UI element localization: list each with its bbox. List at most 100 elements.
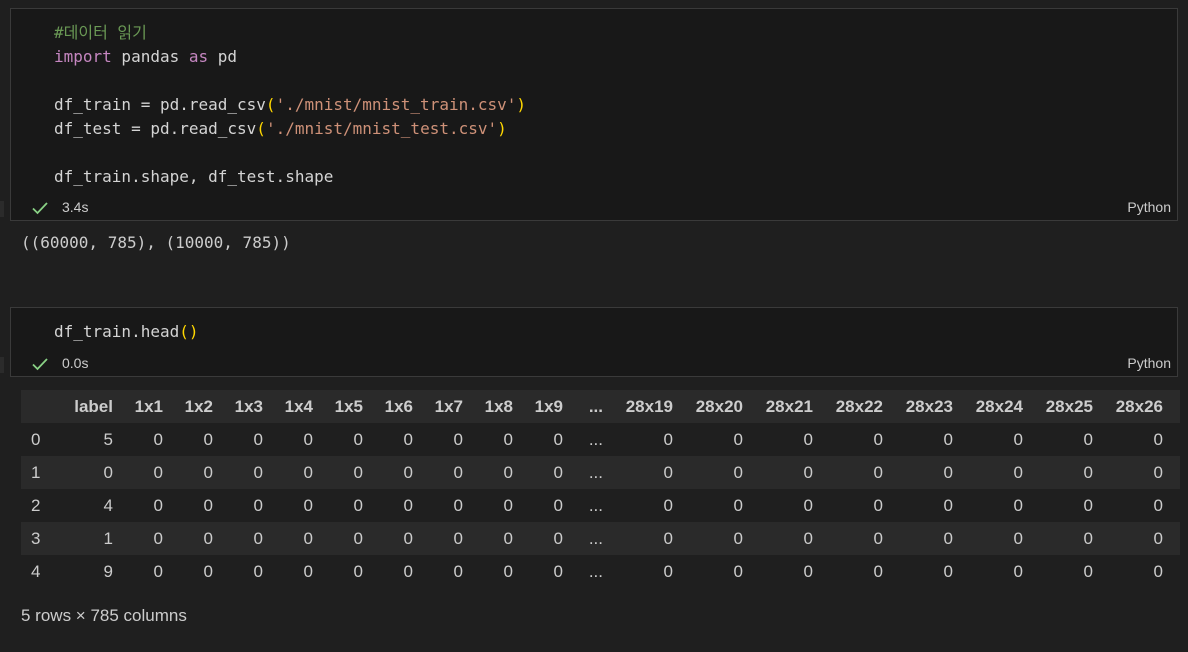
table-row: 49000000000...000000000 <box>21 555 1180 588</box>
table-cell: 0 <box>203 462 213 482</box>
code-cell-1[interactable]: #데이터 읽기 import pandas as pd df_train = p… <box>10 8 1178 221</box>
table-cell: 0 <box>1013 561 1023 581</box>
table-cell: 0 <box>553 429 563 449</box>
table-cell: 0 <box>253 429 263 449</box>
table-cell: 0 <box>403 495 413 515</box>
table-cell: 0 <box>403 462 413 482</box>
table-cell: 0 <box>803 495 813 515</box>
dataframe-output[interactable]: label 1x1 1x2 1x3 1x4 1x5 1x6 1x7 1x8 1x9... 28x19… <box>21 390 1180 590</box>
table-cell: ... <box>588 528 603 548</box>
table-cell: 0 <box>1153 495 1163 515</box>
table-cell: 0 <box>1013 528 1023 548</box>
table-cell: 0 <box>553 495 563 515</box>
table-cell: 0 <box>1083 462 1093 482</box>
table-cell: 0 <box>663 495 673 515</box>
table-cell: 0 <box>453 429 463 449</box>
table-row: 24000000000...000000000 <box>21 489 1180 522</box>
code-token: df_train.head <box>54 322 180 341</box>
table-cell: 0 <box>943 561 953 581</box>
code-editor[interactable]: #데이터 읽기 import pandas as pd df_train = p… <box>54 21 526 189</box>
table-cell: 0 <box>203 429 213 449</box>
table-cell: 0 <box>453 561 463 581</box>
table-cell: 0 <box>303 495 313 515</box>
table-cell: 0 <box>873 561 883 581</box>
language-label[interactable]: Python <box>1127 199 1171 215</box>
column-header: 1x3 <box>234 396 263 416</box>
table-cell: 0 <box>303 462 313 482</box>
column-header: 28x26 <box>1115 396 1163 416</box>
table-row: 31000000000...000000000 <box>21 522 1180 555</box>
table-cell: 0 <box>1153 429 1163 449</box>
column-header: ... <box>588 396 603 416</box>
table-cell: 0 <box>1171 489 1180 522</box>
check-icon <box>32 358 48 371</box>
table-cell: 0 <box>503 528 513 548</box>
column-header: 28x27 <box>1171 390 1180 423</box>
column-header: 1x4 <box>284 396 313 416</box>
table-cell: 0 <box>1153 561 1163 581</box>
code-token: import <box>54 47 112 66</box>
code-editor[interactable]: df_train.head() <box>54 320 199 344</box>
table-cell: 0 <box>873 429 883 449</box>
table-cell: 0 <box>253 528 263 548</box>
table-cell: 0 <box>803 429 813 449</box>
table-cell: 0 <box>733 429 743 449</box>
column-header: 28x19 <box>625 396 673 416</box>
table-cell: 0 <box>403 528 413 548</box>
column-header: 1x1 <box>134 396 163 416</box>
table-cell: 0 <box>803 561 813 581</box>
table-cell: 0 <box>353 462 363 482</box>
table-cell: 0 <box>453 495 463 515</box>
table-cell: 0 <box>503 495 513 515</box>
table-cell: ... <box>588 462 603 482</box>
language-label[interactable]: Python <box>1127 355 1171 371</box>
table-cell: 0 <box>1013 495 1023 515</box>
cell-status-bar: 3.4s Python <box>11 196 1177 220</box>
table-cell: 0 <box>803 462 813 482</box>
column-header: 1x5 <box>334 396 363 416</box>
table-cell: 0 <box>943 528 953 548</box>
table-cell: 0 <box>1083 561 1093 581</box>
table-cell: 1 <box>103 528 113 548</box>
check-icon <box>32 202 48 215</box>
column-header: 28x24 <box>975 396 1023 416</box>
table-cell: 0 <box>303 561 313 581</box>
code-token: as <box>188 47 209 66</box>
table-cell: 0 <box>943 462 953 482</box>
table-cell: 0 <box>403 429 413 449</box>
table-cell: 0 <box>733 561 743 581</box>
column-header: label <box>74 396 113 416</box>
row-index: 3 <box>31 528 41 548</box>
cell-collapse-gutter[interactable] <box>0 357 4 373</box>
column-header: 28x23 <box>905 396 953 416</box>
column-header: 28x25 <box>1045 396 1093 416</box>
table-cell: 0 <box>1013 429 1023 449</box>
table-cell: 0 <box>943 429 953 449</box>
table-cell: 5 <box>103 429 113 449</box>
code-token: ( <box>256 119 266 138</box>
table-cell: 0 <box>1013 462 1023 482</box>
table-cell: 0 <box>353 561 363 581</box>
table-cell: 0 <box>203 495 213 515</box>
table-cell: 0 <box>403 561 413 581</box>
table-cell: 0 <box>353 528 363 548</box>
code-cell-2[interactable]: df_train.head() 0.0s Python <box>10 307 1178 377</box>
cell-collapse-gutter[interactable] <box>0 201 4 217</box>
row-index: 2 <box>31 495 41 515</box>
column-header: 1x9 <box>534 396 563 416</box>
table-cell: 0 <box>153 528 163 548</box>
table-cell: ... <box>588 561 603 581</box>
code-token: df_test = pd.read_csv <box>54 119 257 138</box>
table-cell: 0 <box>503 429 513 449</box>
table-cell: 0 <box>663 462 673 482</box>
table-cell: 0 <box>663 429 673 449</box>
cell-output: ((60000, 785), (10000, 785)) <box>21 233 291 252</box>
dataframe-table: label 1x1 1x2 1x3 1x4 1x5 1x6 1x7 1x8 1x9... 28x19… <box>21 390 1180 588</box>
table-cell: 0 <box>153 429 163 449</box>
table-cell: ... <box>588 495 603 515</box>
table-cell: 0 <box>553 561 563 581</box>
table-cell: 0 <box>733 528 743 548</box>
row-index: 1 <box>31 462 41 482</box>
table-cell: 0 <box>1083 495 1093 515</box>
table-cell: 0 <box>203 561 213 581</box>
